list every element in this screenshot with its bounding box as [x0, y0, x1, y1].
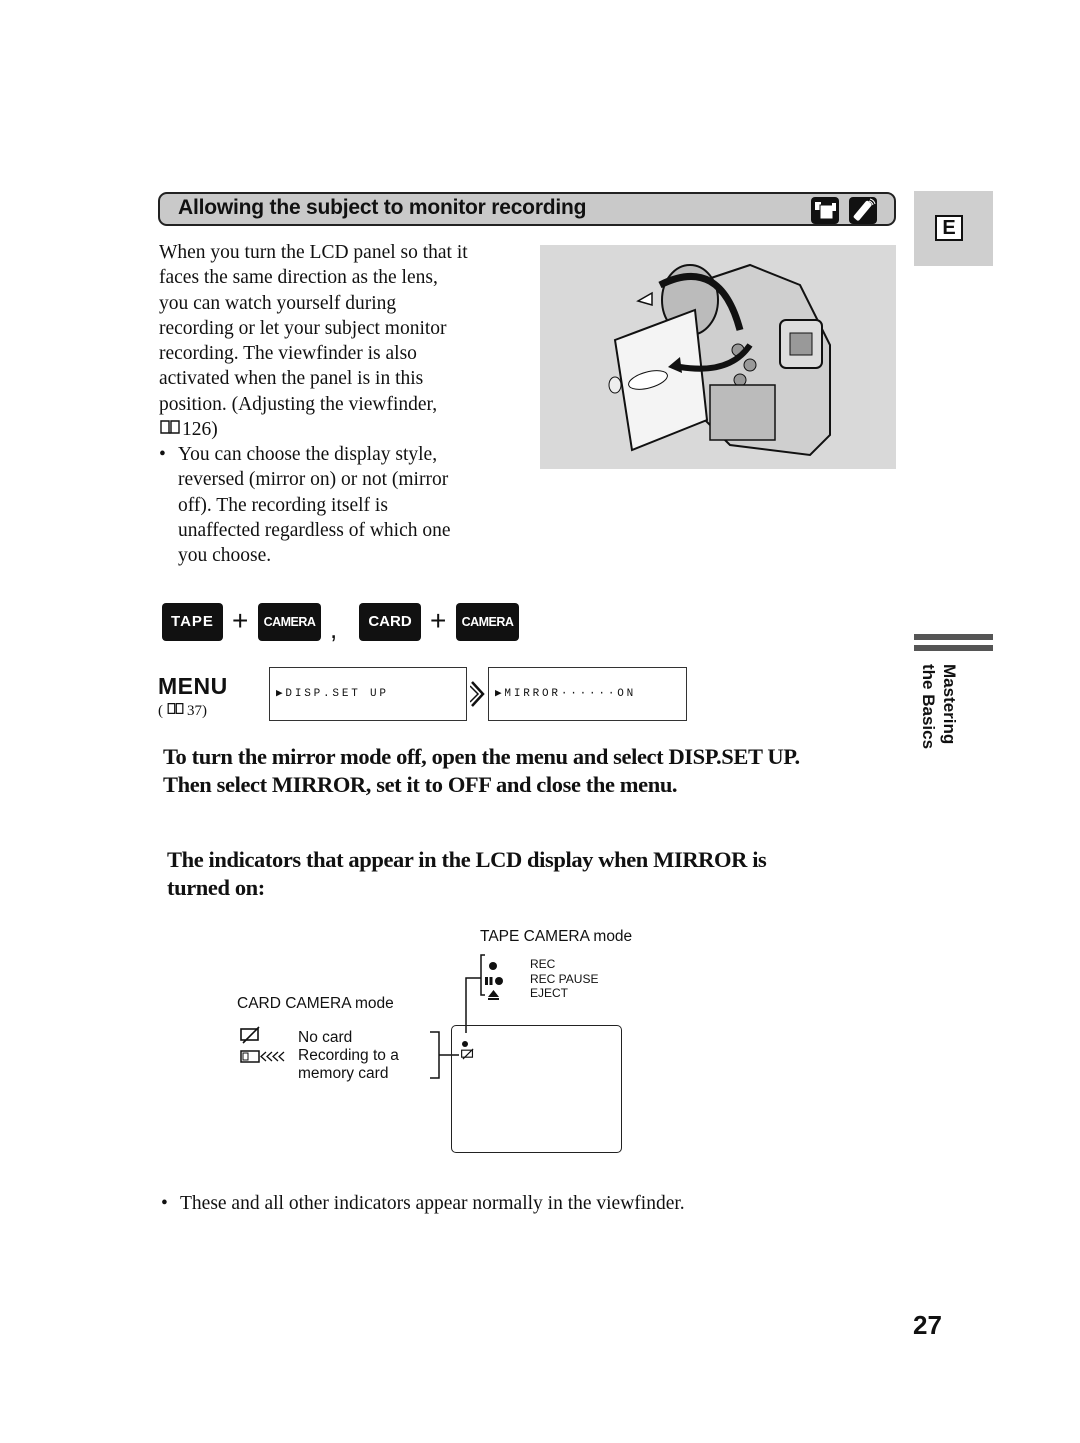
camera-mode-key: CAMERA: [258, 603, 321, 641]
tape-mode-key: TAPE: [162, 603, 223, 641]
footer-note: • These and all other indicators appear …: [161, 1193, 685, 1215]
intro-line: recording or let your subject monitor: [159, 317, 447, 339]
rec-pause-label: REC PAUSE: [530, 971, 599, 986]
section-title: Allowing the subject to monitor recordin…: [178, 196, 587, 219]
intro-line: recording. The viewfinder is also: [159, 343, 417, 365]
indicators-heading: The indicators that appear in the LCD di…: [167, 846, 867, 902]
recording-to-card-icon: [240, 1049, 292, 1070]
camera-mode-key: CAMERA: [456, 603, 519, 641]
intro-paragraph: When you turn the LCD panel so that it f…: [159, 240, 529, 442]
bullet-line: You can choose the display style,: [178, 444, 438, 465]
language-tab: E: [914, 191, 993, 266]
menu-step-disp-set-up: ▶DISP.SET UP: [269, 667, 467, 721]
no-card-icon: [240, 1026, 262, 1049]
side-tab-label: Mastering the Basics: [918, 664, 962, 768]
intro-line: you can watch yourself during: [159, 292, 397, 314]
language-letter: E: [935, 215, 963, 241]
card-camera-mode-title: CARD CAMERA mode: [237, 995, 394, 1012]
card-mode-key: CARD: [359, 603, 421, 641]
bullet-line: unaffected regardless of which one: [178, 519, 451, 541]
camcorder-illustration: [540, 245, 896, 469]
eject-icon: [488, 988, 499, 1006]
next-step-arrow-icon: [469, 680, 486, 713]
camcorder-mode-icon: [811, 197, 839, 224]
card-indicator-labels: No card Recording to a memory card: [298, 1029, 399, 1083]
remote-control-icon: [849, 197, 877, 224]
page-reference: 126): [159, 417, 529, 442]
lcd-display-diagram: [451, 1025, 622, 1153]
eject-label: EJECT: [530, 986, 569, 1000]
bullet-line: reversed (mirror on) or not (mirror: [178, 469, 449, 491]
instruction-line: Then select MIRROR, set it to OFF and cl…: [163, 772, 678, 797]
bullet-note: • You can choose the display style, rever…: [159, 442, 519, 568]
recording-label-line2: memory card: [298, 1065, 389, 1082]
no-card-label: No card: [298, 1029, 353, 1046]
section-header: Allowing the subject to monitor recordin…: [158, 192, 896, 226]
bullet-symbol: •: [159, 444, 166, 465]
bullet-line: you choose.: [178, 545, 272, 567]
menu-page-number: 37): [187, 702, 207, 719]
page-reference-number: 126): [182, 419, 218, 441]
recording-label-line1: Recording to a: [298, 1047, 399, 1064]
lcd-no-card-icon: [461, 1047, 475, 1065]
intro-line: position. (Adjusting the viewfinder,: [159, 393, 438, 415]
mirror-off-instruction: To turn the mirror mode off, open the me…: [163, 743, 903, 799]
heading-line: turned on:: [167, 875, 265, 900]
menu-step-mirror-on: ▶MIRROR······ON: [488, 667, 687, 721]
menu-page-reference: ( 37): [158, 702, 207, 720]
rec-label: REC: [530, 957, 556, 971]
page-number: 27: [913, 1310, 942, 1340]
plus-sign: +: [430, 605, 447, 636]
footer-note-text: These and all other indicators appear no…: [180, 1193, 685, 1214]
book-icon: [167, 702, 187, 720]
separator-comma: ,: [330, 614, 338, 644]
intro-line: faces the same direction as the lens,: [159, 267, 438, 289]
tape-indicator-labels: REC REC PAUSE EJECT: [530, 957, 598, 1001]
menu-label: MENU: [158, 673, 228, 699]
instruction-line: To turn the mirror mode off, open the me…: [163, 744, 800, 769]
side-tab-bars: [914, 634, 993, 656]
side-tab-text: Mastering the Basics: [919, 664, 959, 750]
intro-line: activated when the panel is in this: [159, 368, 424, 390]
book-icon: [160, 417, 182, 442]
tape-camera-mode-title: TAPE CAMERA mode: [480, 928, 633, 945]
bullet-line: off). The recording itself is: [178, 494, 388, 516]
paren: (: [158, 702, 163, 719]
plus-sign: +: [232, 605, 249, 636]
intro-line: When you turn the LCD panel so that it: [159, 242, 468, 263]
bullet-symbol: •: [161, 1193, 168, 1214]
heading-line: The indicators that appear in the LCD di…: [167, 847, 767, 872]
